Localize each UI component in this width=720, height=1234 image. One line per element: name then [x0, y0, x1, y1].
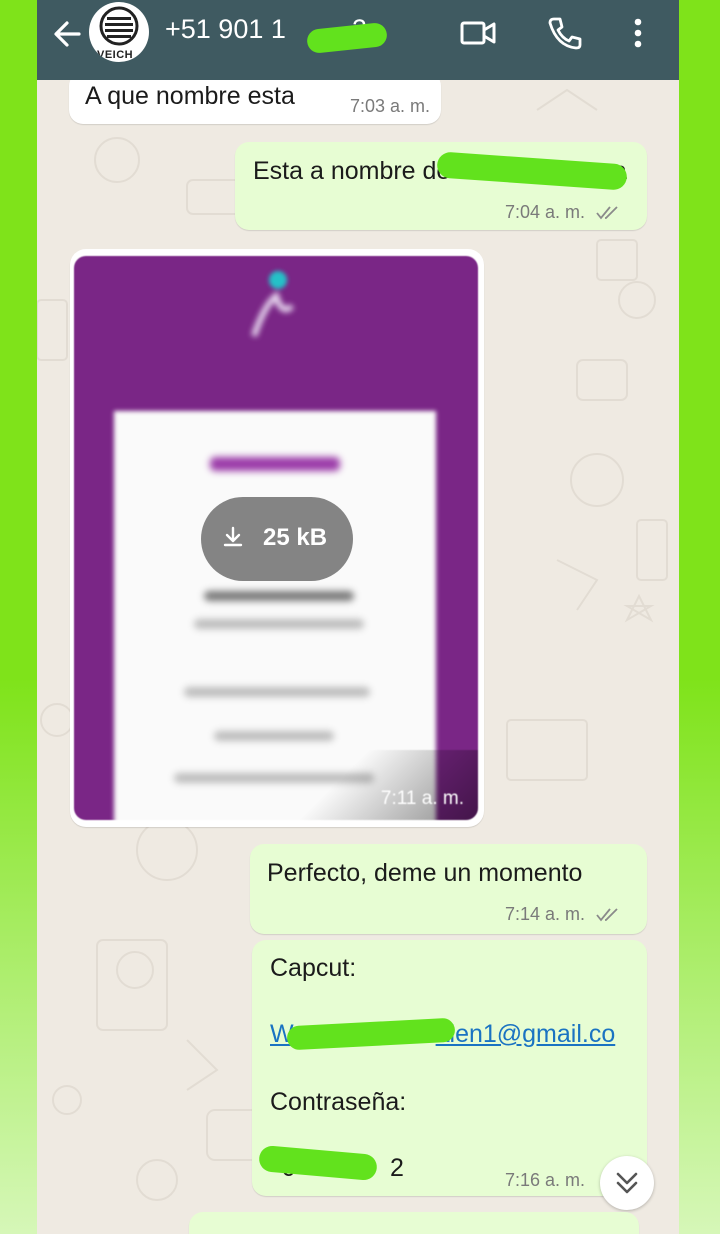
contact-number: +51 901 1	[165, 14, 286, 44]
chat-screen: VEICH +51 901 12 A que nombre esta 7:03 …	[37, 0, 679, 1234]
scroll-down-button[interactable]	[600, 1156, 654, 1210]
avatar-label: VEICH	[97, 49, 134, 61]
message-time: 7:16 a. m.	[505, 1170, 586, 1190]
file-size: 25 kB	[263, 524, 328, 551]
email-end: aien1@gmail.co	[435, 1020, 616, 1048]
message-time: 7:03 a. m.	[350, 96, 431, 116]
password-end: 2	[390, 1154, 404, 1182]
avatar[interactable]: VEICH	[89, 2, 149, 62]
left-border	[0, 0, 37, 1234]
message-text: A que nombre esta	[85, 82, 295, 110]
message-label-capcut: Capcut:	[270, 954, 357, 982]
app-logo-icon	[251, 271, 295, 337]
read-ticks-icon	[596, 206, 618, 220]
double-chevron-down-icon	[616, 1172, 638, 1194]
message-text: Perfecto, deme un momento	[267, 859, 583, 887]
right-border	[679, 0, 720, 1234]
read-ticks-icon	[596, 908, 618, 922]
message-outgoing-partial[interactable]	[189, 1212, 639, 1234]
message-time: 7:14 a. m.	[505, 904, 622, 925]
message-time-text: 7:04 a. m.	[505, 202, 586, 222]
more-options-icon[interactable]	[619, 14, 657, 52]
message-outgoing[interactable]: Perfecto, deme un momento 7:14 a. m.	[250, 844, 647, 934]
download-button[interactable]: 25 kB	[201, 497, 353, 581]
back-arrow-icon[interactable]	[49, 16, 85, 52]
message-time: 7:04 a. m.	[505, 202, 622, 223]
message-label-password: Contraseña:	[270, 1088, 407, 1116]
message-time: 7:11 a. m.	[380, 788, 464, 809]
message-time-text: 7:14 a. m.	[505, 904, 586, 924]
message-text: Esta a nombre de	[253, 157, 451, 185]
video-call-icon[interactable]	[459, 14, 497, 52]
chat-header: VEICH +51 901 12	[37, 0, 679, 80]
download-icon	[223, 526, 243, 547]
phone-call-icon[interactable]	[545, 14, 583, 52]
